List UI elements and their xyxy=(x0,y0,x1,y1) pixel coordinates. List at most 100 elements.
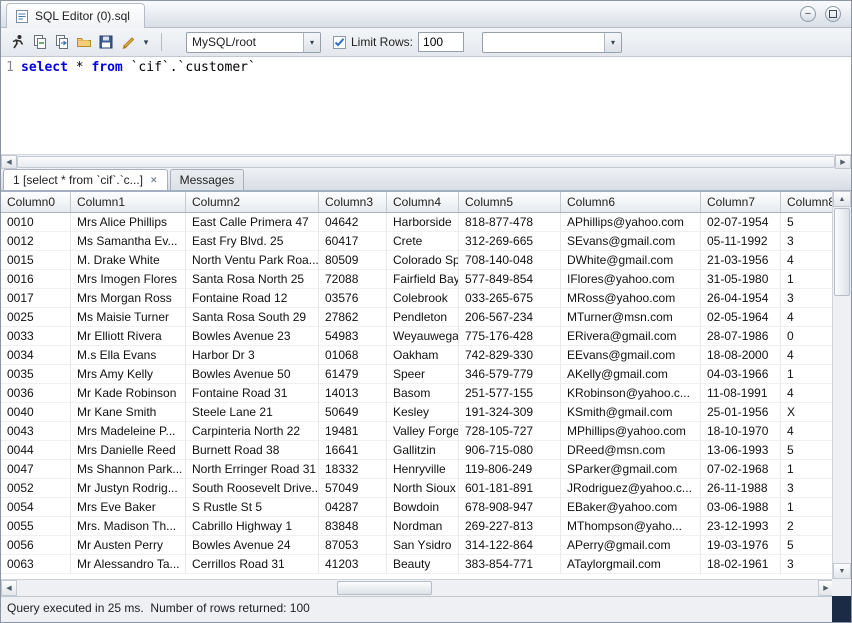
table-cell[interactable]: 31-05-1980 xyxy=(701,270,781,289)
table-row[interactable]: 0036Mr Kade RobinsonFontaine Road 311401… xyxy=(1,384,834,403)
table-cell[interactable]: San Ysidro xyxy=(387,536,459,555)
column-header[interactable]: Column2 xyxy=(186,192,319,212)
table-cell[interactable]: Weyauwega xyxy=(387,327,459,346)
column-header[interactable]: Column8 xyxy=(781,192,834,212)
table-cell[interactable]: 708-140-048 xyxy=(459,251,561,270)
table-cell[interactable]: ATaylorgmail.com xyxy=(561,555,701,574)
table-cell[interactable]: South Roosevelt Drive... xyxy=(186,479,319,498)
table-cell[interactable]: Steele Lane 21 xyxy=(186,403,319,422)
table-cell[interactable]: ERivera@gmail.com xyxy=(561,327,701,346)
table-cell[interactable]: 0010 xyxy=(1,213,71,232)
column-header[interactable]: Column5 xyxy=(459,192,561,212)
table-cell[interactable]: 25-01-1956 xyxy=(701,403,781,422)
table-cell[interactable]: IFlores@yahoo.com xyxy=(561,270,701,289)
table-cell[interactable]: 50649 xyxy=(319,403,387,422)
table-cell[interactable]: X xyxy=(781,403,834,422)
maximize-window-button[interactable] xyxy=(825,6,841,22)
table-cell[interactable]: 41203 xyxy=(319,555,387,574)
table-cell[interactable]: 0056 xyxy=(1,536,71,555)
connection-combobox[interactable]: MySQL/root ▾ xyxy=(186,32,321,53)
table-row[interactable]: 0033Mr Elliott RiveraBowles Avenue 23549… xyxy=(1,327,834,346)
save-file-icon[interactable] xyxy=(95,32,117,53)
table-cell[interactable]: Basom xyxy=(387,384,459,403)
table-cell[interactable]: 0040 xyxy=(1,403,71,422)
table-cell[interactable]: APhillips@yahoo.com xyxy=(561,213,701,232)
scroll-left-icon[interactable]: ◀ xyxy=(1,155,17,169)
table-cell[interactable]: Nordman xyxy=(387,517,459,536)
table-cell[interactable]: 314-122-864 xyxy=(459,536,561,555)
table-cell[interactable]: 04642 xyxy=(319,213,387,232)
table-row[interactable]: 0055Mrs. Madison Th...Cabrillo Highway 1… xyxy=(1,517,834,536)
table-row[interactable]: 0025Ms Maisie TurnerSanta Rosa South 292… xyxy=(1,308,834,327)
editor-scrollbar-thumb[interactable] xyxy=(17,156,835,168)
table-cell[interactable]: Harborside xyxy=(387,213,459,232)
table-row[interactable]: 0044Mrs Danielle ReedBurnett Road 381664… xyxy=(1,441,834,460)
table-cell[interactable]: Fairfield Bay xyxy=(387,270,459,289)
table-cell[interactable]: Pendleton xyxy=(387,308,459,327)
table-cell[interactable]: 1 xyxy=(781,498,834,517)
table-cell[interactable]: 03576 xyxy=(319,289,387,308)
table-cell[interactable]: Mrs Morgan Ross xyxy=(71,289,186,308)
table-cell[interactable]: Valley Forge xyxy=(387,422,459,441)
table-cell[interactable]: 4 xyxy=(781,422,834,441)
grid-vertical-scrollbar[interactable]: ▲ ▼ xyxy=(832,191,851,579)
table-cell[interactable]: 5 xyxy=(781,536,834,555)
table-cell[interactable]: 14013 xyxy=(319,384,387,403)
table-cell[interactable]: 05-11-1992 xyxy=(701,232,781,251)
table-cell[interactable]: Ms Shannon Park... xyxy=(71,460,186,479)
table-cell[interactable]: SParker@gmail.com xyxy=(561,460,701,479)
close-icon[interactable]: ✕ xyxy=(150,175,158,186)
table-cell[interactable]: 4 xyxy=(781,346,834,365)
table-cell[interactable]: Fontaine Road 12 xyxy=(186,289,319,308)
table-cell[interactable]: DReed@msn.com xyxy=(561,441,701,460)
table-cell[interactable]: 87053 xyxy=(319,536,387,555)
table-cell[interactable]: 0047 xyxy=(1,460,71,479)
table-row[interactable]: 0040Mr Kane SmithSteele Lane 2150649Kesl… xyxy=(1,403,834,422)
table-cell[interactable]: DWhite@gmail.com xyxy=(561,251,701,270)
table-cell[interactable]: Fontaine Road 31 xyxy=(186,384,319,403)
horizontal-scrollbar-thumb[interactable] xyxy=(337,581,432,595)
table-cell[interactable]: North Sioux ... xyxy=(387,479,459,498)
table-cell[interactable]: 0015 xyxy=(1,251,71,270)
table-cell[interactable]: 0 xyxy=(781,327,834,346)
table-cell[interactable]: KRobinson@yahoo.c... xyxy=(561,384,701,403)
table-row[interactable]: 0015M. Drake WhiteNorth Ventu Park Roa..… xyxy=(1,251,834,270)
table-cell[interactable]: 2 xyxy=(781,517,834,536)
table-cell[interactable]: EEvans@gmail.com xyxy=(561,346,701,365)
table-cell[interactable]: 119-806-249 xyxy=(459,460,561,479)
table-row[interactable]: 0056Mr Austen PerryBowles Avenue 2487053… xyxy=(1,536,834,555)
table-row[interactable]: 0047Ms Shannon Park...North Erringer Roa… xyxy=(1,460,834,479)
table-cell[interactable]: North Ventu Park Roa... xyxy=(186,251,319,270)
table-cell[interactable]: 07-02-1968 xyxy=(701,460,781,479)
table-cell[interactable]: 18332 xyxy=(319,460,387,479)
scroll-down-icon[interactable]: ▼ xyxy=(833,563,851,579)
table-cell[interactable]: 04-03-1966 xyxy=(701,365,781,384)
table-cell[interactable]: 251-577-155 xyxy=(459,384,561,403)
table-cell[interactable]: Mrs Amy Kelly xyxy=(71,365,186,384)
table-cell[interactable]: Kesley xyxy=(387,403,459,422)
table-cell[interactable]: 742-829-330 xyxy=(459,346,561,365)
table-cell[interactable]: Ms Maisie Turner xyxy=(71,308,186,327)
table-cell[interactable]: 60417 xyxy=(319,232,387,251)
table-cell[interactable]: 26-04-1954 xyxy=(701,289,781,308)
table-cell[interactable]: 033-265-675 xyxy=(459,289,561,308)
table-row[interactable]: 0016Mrs Imogen FloresSanta Rosa North 25… xyxy=(1,270,834,289)
secondary-combobox[interactable]: ▾ xyxy=(482,32,622,53)
table-cell[interactable]: 4 xyxy=(781,384,834,403)
table-cell[interactable]: JRodriguez@yahoo.c... xyxy=(561,479,701,498)
table-row[interactable]: 0063Mr Alessandro Ta...Cerrillos Road 31… xyxy=(1,555,834,574)
table-cell[interactable]: 19-03-1976 xyxy=(701,536,781,555)
table-cell[interactable]: 01068 xyxy=(319,346,387,365)
table-cell[interactable]: 346-579-779 xyxy=(459,365,561,384)
table-row[interactable]: 0052Mr Justyn Rodrig...South Roosevelt D… xyxy=(1,479,834,498)
column-header[interactable]: Column6 xyxy=(561,192,701,212)
table-row[interactable]: 0017Mrs Morgan RossFontaine Road 1203576… xyxy=(1,289,834,308)
table-cell[interactable]: EBaker@yahoo.com xyxy=(561,498,701,517)
table-cell[interactable]: 0012 xyxy=(1,232,71,251)
table-cell[interactable]: 11-08-1991 xyxy=(701,384,781,403)
table-cell[interactable]: 0017 xyxy=(1,289,71,308)
table-cell[interactable]: 678-908-947 xyxy=(459,498,561,517)
column-header[interactable]: Column3 xyxy=(319,192,387,212)
table-cell[interactable]: North Erringer Road 31 xyxy=(186,460,319,479)
table-row[interactable]: 0012Ms Samantha Ev...East Fry Blvd. 2560… xyxy=(1,232,834,251)
